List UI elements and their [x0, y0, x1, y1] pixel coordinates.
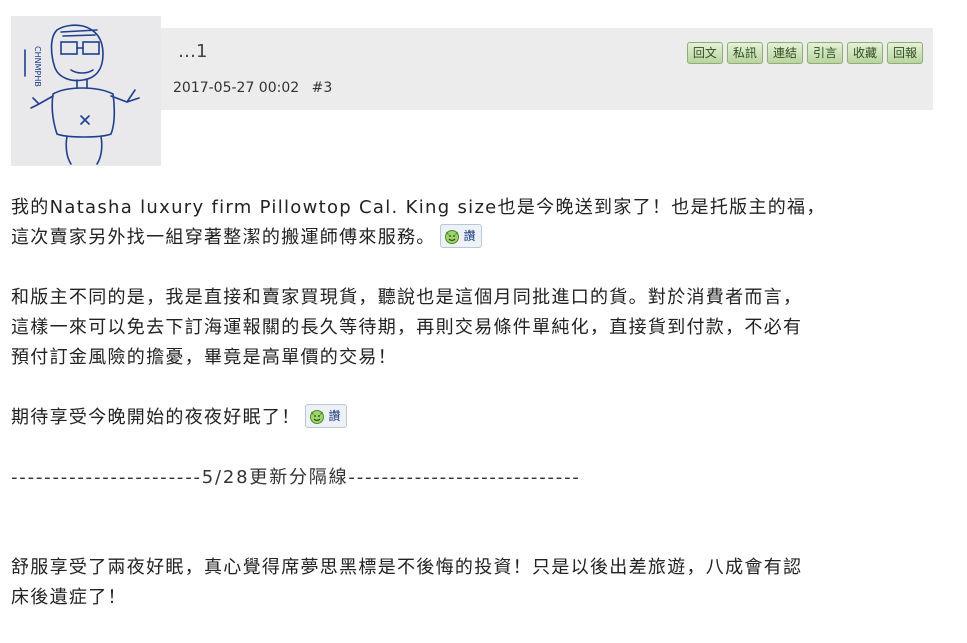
- user-avatar[interactable]: CHNMPHB: [11, 16, 161, 166]
- text-line: 這次賣家另外找一組穿著整潔的搬運師傅來服務。 讚: [11, 223, 931, 253]
- bookmark-button[interactable]: 收藏: [846, 42, 883, 64]
- reply-button[interactable]: 回文: [686, 42, 723, 64]
- quote-button[interactable]: 引言: [806, 42, 843, 64]
- like-emote-badge[interactable]: 讚: [439, 224, 482, 248]
- text-line: 床後遺症了！: [11, 587, 127, 608]
- like-emote-badge[interactable]: 讚: [304, 404, 347, 428]
- text-segment: 這次賣家另外找一組穿著整潔的搬運師傅來服務。: [11, 227, 436, 248]
- devil-smile-icon: [309, 410, 324, 424]
- report-button[interactable]: 回報: [886, 42, 923, 64]
- text-segment: 期待享受今晚開始的夜夜好眠了！: [11, 407, 301, 428]
- emote-label: 讚: [463, 229, 476, 243]
- text-line: 我的Natasha luxury firm Pillowtop Cal. Kin…: [11, 197, 826, 218]
- post-header: …1 2017-05-27 00:02 #3 回文 私訊 連結 引言 收藏 回報: [161, 28, 933, 110]
- private-message-button[interactable]: 私訊: [726, 42, 763, 64]
- post-action-bar: 回文 私訊 連結 引言 收藏 回報: [686, 42, 923, 64]
- author-name[interactable]: …1: [178, 41, 207, 62]
- link-button[interactable]: 連結: [766, 42, 803, 64]
- post-meta: 2017-05-27 00:02 #3: [173, 80, 332, 96]
- svg-text:CHNMPHB: CHNMPHB: [33, 46, 42, 87]
- text-line: 舒服享受了兩夜好眠，真心覺得席夢思黑標是不後悔的投資！只是以後出差旅遊，八成會有…: [11, 557, 803, 578]
- devil-smile-icon: [444, 230, 459, 244]
- text-line: 和版主不同的是，我是直接和賣家買現貨，聽說也是這個月同批進口的貨。對於消費者而言…: [11, 287, 803, 308]
- text-line: 期待享受今晚開始的夜夜好眠了！ 讚: [11, 403, 931, 433]
- text-line: 這樣一來可以免去下訂海運報關的長久等待期，再則交易條件單純化，直接貨到付款，不必…: [11, 317, 803, 338]
- avatar-doodle-image: CHNMPHB: [11, 16, 161, 166]
- post-date: 2017-05-27 00:02: [173, 80, 300, 96]
- post-body: 我的Natasha luxury firm Pillowtop Cal. Kin…: [11, 193, 931, 613]
- emote-label: 讚: [328, 409, 341, 423]
- text-line: 預付訂金風險的擔憂，畢竟是高單價的交易！: [11, 347, 397, 368]
- update-divider: -----------------------5/28更新分隔線--------…: [11, 467, 581, 488]
- post-floor[interactable]: #3: [312, 80, 333, 96]
